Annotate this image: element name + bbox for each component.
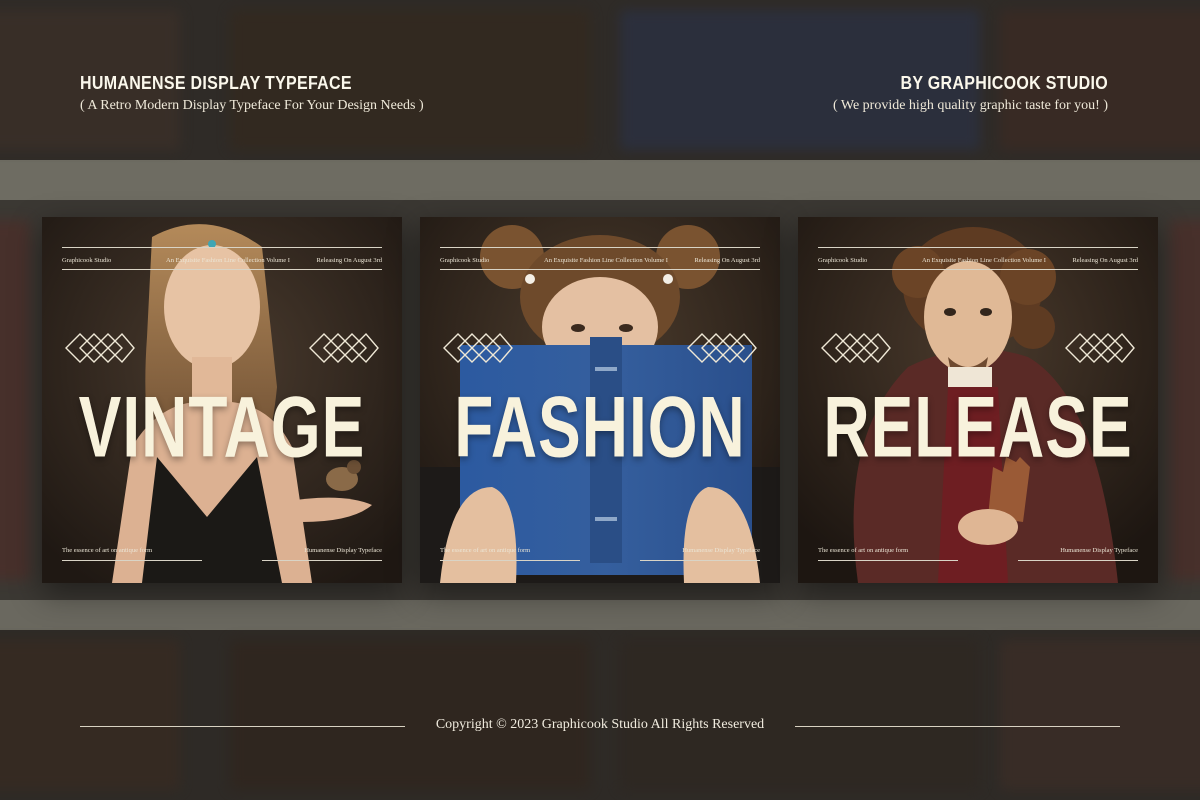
typeface-subtitle: ( A Retro Modern Display Typeface For Yo… — [80, 98, 424, 113]
diamond-pattern-icon — [687, 332, 757, 364]
tagline: The essence of art on antique form — [818, 547, 909, 554]
typeface-title: HUMANENSE DISPLAY TYPEFACE — [80, 74, 352, 94]
top-rule — [62, 247, 382, 248]
bg-tile — [0, 640, 180, 790]
top-rule — [818, 247, 1138, 248]
top-rule-2 — [818, 269, 1138, 270]
meta-release-date: Releasing On August 3rd — [1072, 257, 1138, 264]
top-rule-2 — [440, 269, 760, 270]
studio-subtitle: ( We provide high quality graphic taste … — [832, 98, 1108, 113]
meta-collection: An Exquisite Fashion Line Collection Vol… — [922, 257, 1046, 264]
bottom-rule-left — [818, 560, 958, 561]
diamond-pattern-icon — [1065, 332, 1135, 364]
diamond-pattern-icon — [443, 332, 513, 364]
meta-collection: An Exquisite Fashion Line Collection Vol… — [166, 257, 290, 264]
bg-tile — [620, 640, 980, 790]
meta-release-date: Releasing On August 3rd — [694, 257, 760, 264]
top-rule — [440, 247, 760, 248]
bg-tile — [1000, 640, 1200, 790]
meta-release-date: Releasing On August 3rd — [316, 257, 382, 264]
studio-title: BY GRAPHICOOK STUDIO — [900, 74, 1108, 94]
bg-band-mid — [0, 160, 1200, 200]
bottom-rule-right — [640, 560, 760, 561]
header-right: BY GRAPHICOOK STUDIO ( We provide high q… — [833, 74, 1108, 114]
bg-tile — [1170, 220, 1200, 580]
diamond-pattern-icon — [65, 332, 135, 364]
bottom-rule-left — [440, 560, 580, 561]
bottom-rule-right — [1018, 560, 1138, 561]
meta-studio: Graphicook Studio — [62, 257, 112, 264]
bg-tile — [0, 220, 30, 580]
poster-card-release: Graphicook Studio An Exquisite Fashion L… — [798, 217, 1158, 583]
headline-word: FASHION — [454, 378, 746, 476]
bg-tile — [230, 640, 590, 790]
diamond-pattern-icon — [309, 332, 379, 364]
poster-card-fashion: Graphicook Studio An Exquisite Fashion L… — [420, 217, 780, 583]
typeface-name: Humanense Display Typeface — [304, 547, 382, 554]
headline-word: RELEASE — [823, 378, 1133, 476]
bg-band-low — [0, 600, 1200, 630]
top-rule-2 — [62, 269, 382, 270]
meta-studio: Graphicook Studio — [440, 257, 490, 264]
header-left: HUMANENSE DISPLAY TYPEFACE ( A Retro Mod… — [80, 74, 424, 114]
poster-card-vintage: Graphicook Studio An Exquisite Fashion L… — [42, 217, 402, 583]
copyright-text: Copyright © 2023 Graphicook Studio All R… — [435, 717, 765, 732]
bottom-rule-right — [262, 560, 382, 561]
typeface-name: Humanense Display Typeface — [682, 547, 760, 554]
tagline: The essence of art on antique form — [62, 547, 153, 554]
typeface-name: Humanense Display Typeface — [1060, 547, 1138, 554]
meta-studio: Graphicook Studio — [818, 257, 868, 264]
diamond-pattern-icon — [821, 332, 891, 364]
headline-word: VINTAGE — [78, 378, 366, 476]
meta-collection: An Exquisite Fashion Line Collection Vol… — [544, 257, 668, 264]
bottom-rule-left — [62, 560, 202, 561]
tagline: The essence of art on antique form — [440, 547, 531, 554]
